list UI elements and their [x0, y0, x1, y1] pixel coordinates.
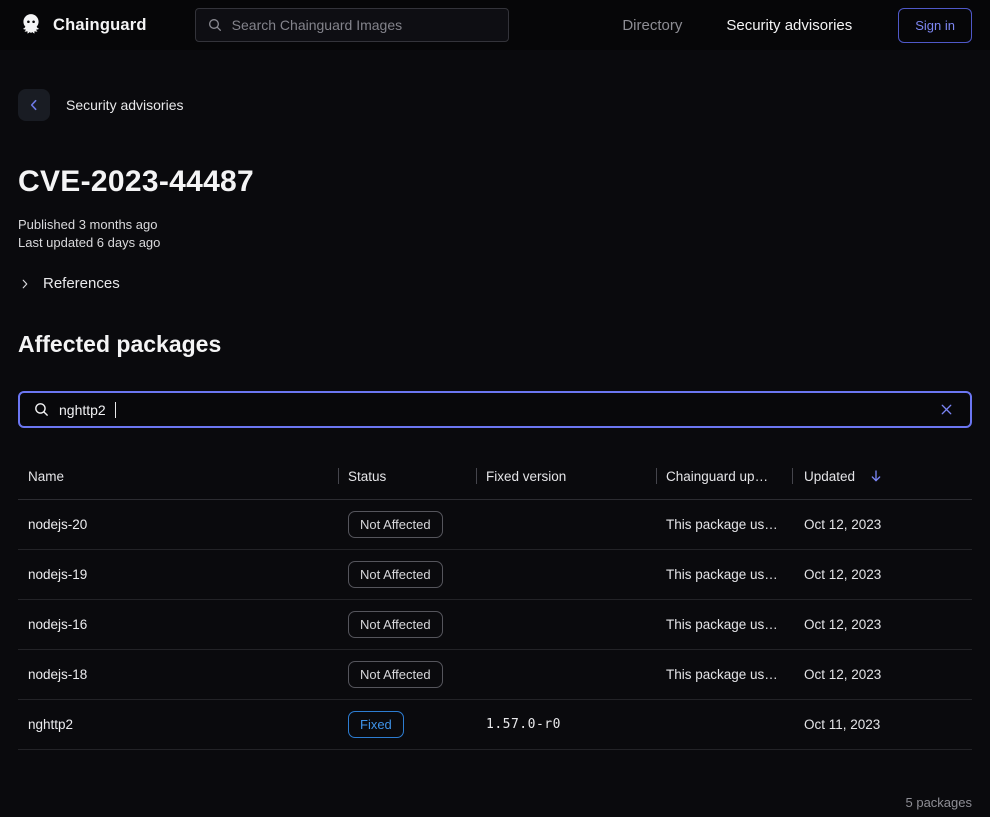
search-icon [207, 17, 223, 33]
fixed-version: 1.57.0-r0 [476, 717, 656, 732]
table-row[interactable]: nghttp2 Fixed 1.57.0-r0 Oct 11, 2023 [18, 700, 972, 750]
chevron-left-icon [26, 97, 42, 113]
chainguard-update-text: This package us… [666, 567, 778, 582]
brand-name: Chainguard [53, 16, 147, 35]
package-name: nodejs-19 [18, 567, 338, 582]
chainguard-logo[interactable]: Chainguard [18, 12, 147, 38]
top-navbar: Chainguard Directory Security advisories… [0, 0, 990, 50]
chainguard-update-text: This package us… [666, 667, 778, 682]
table-row[interactable]: nodejs-18 Not Affected This package us… … [18, 650, 972, 700]
package-count: 5 packages [18, 795, 972, 810]
search-icon [33, 401, 50, 418]
clear-search-button[interactable] [936, 399, 957, 420]
updated-date: Oct 12, 2023 [792, 667, 972, 682]
column-header-updated[interactable]: Updated [792, 468, 972, 484]
chevron-right-icon [18, 277, 32, 291]
status-badge: Not Affected [348, 561, 443, 588]
table-row[interactable]: nodejs-20 Not Affected This package us… … [18, 500, 972, 550]
table-row[interactable]: nodejs-19 Not Affected This package us… … [18, 550, 972, 600]
text-caret [115, 402, 116, 418]
table-body: nodejs-20 Not Affected This package us… … [18, 500, 972, 750]
last-updated-text: Last updated 6 days ago [18, 234, 972, 252]
breadcrumb-label[interactable]: Security advisories [66, 97, 184, 113]
nav-links: Directory Security advisories [622, 17, 852, 34]
references-toggle[interactable]: References [18, 275, 972, 292]
updated-date: Oct 12, 2023 [792, 617, 972, 632]
breadcrumb: Security advisories [18, 89, 972, 121]
status-badge: Not Affected [348, 611, 443, 638]
nav-link-directory[interactable]: Directory [622, 17, 682, 34]
status-badge: Not Affected [348, 511, 443, 538]
affected-packages-table: Name Status Fixed version Chainguard up…… [18, 453, 972, 750]
package-name: nodejs-16 [18, 617, 338, 632]
updated-date: Oct 12, 2023 [792, 517, 972, 532]
close-icon [938, 401, 955, 418]
package-name: nodejs-18 [18, 667, 338, 682]
main-content: Security advisories CVE-2023-44487 Publi… [0, 89, 990, 810]
package-search-value: nghttp2 [59, 402, 106, 418]
updated-date: Oct 11, 2023 [792, 717, 972, 732]
nav-link-security-advisories[interactable]: Security advisories [726, 17, 852, 34]
references-label: References [43, 275, 120, 292]
chainguard-update-text: This package us… [666, 517, 778, 532]
package-search-input[interactable]: nghttp2 [18, 391, 972, 428]
chainguard-update-text: This package us… [666, 617, 778, 632]
affected-packages-heading: Affected packages [18, 331, 972, 358]
status-badge: Fixed [348, 711, 404, 738]
publish-info: Published 3 months ago Last updated 6 da… [18, 216, 972, 252]
octopus-logo-icon [18, 12, 44, 38]
package-name: nghttp2 [18, 717, 338, 732]
sign-in-button[interactable]: Sign in [898, 8, 972, 43]
column-header-fixed-version[interactable]: Fixed version [476, 469, 656, 484]
column-header-name[interactable]: Name [18, 469, 338, 484]
column-header-status[interactable]: Status [338, 469, 476, 484]
table-header: Name Status Fixed version Chainguard up…… [18, 453, 972, 500]
updated-date: Oct 12, 2023 [792, 567, 972, 582]
table-row[interactable]: nodejs-16 Not Affected This package us… … [18, 600, 972, 650]
status-badge: Not Affected [348, 661, 443, 688]
published-text: Published 3 months ago [18, 216, 972, 234]
back-button[interactable] [18, 89, 50, 121]
column-header-updated-label: Updated [804, 469, 855, 484]
navbar-search-input[interactable] [232, 17, 497, 33]
page-title: CVE-2023-44487 [18, 165, 972, 199]
sort-descending-icon[interactable] [868, 468, 884, 484]
package-name: nodejs-20 [18, 517, 338, 532]
navbar-search[interactable] [195, 8, 509, 42]
column-header-chainguard[interactable]: Chainguard up… [656, 469, 792, 484]
